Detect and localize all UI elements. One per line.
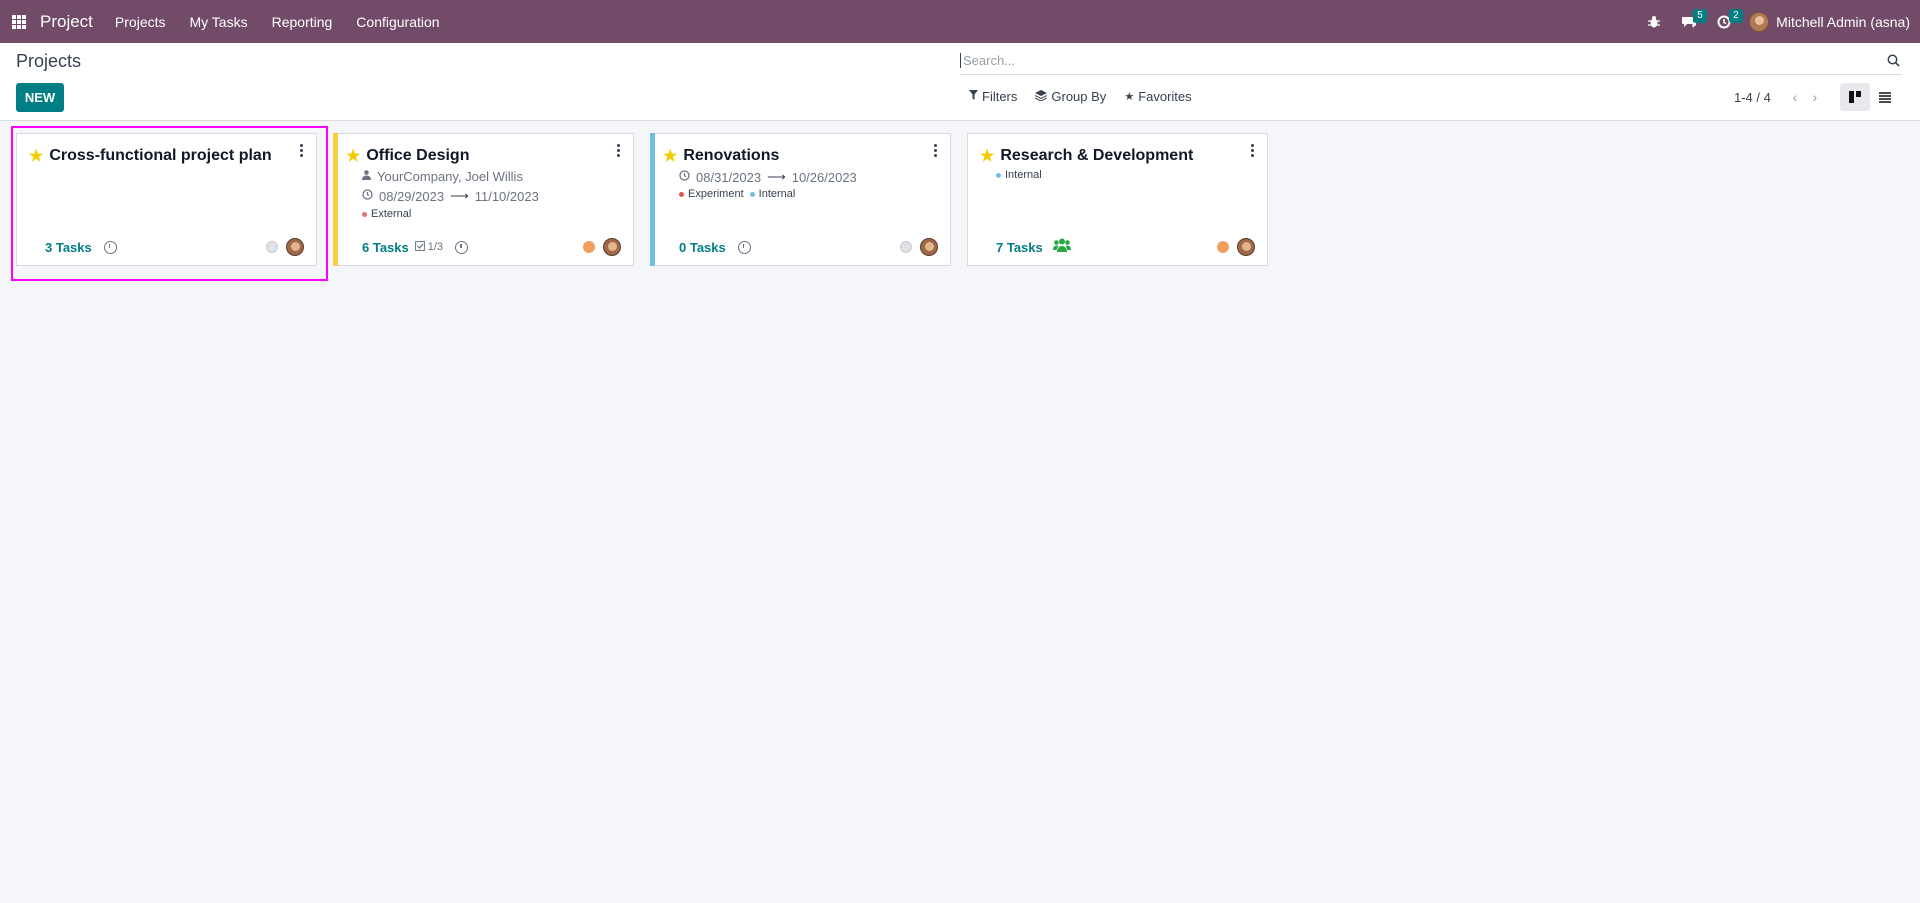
tags-line: Internal [996, 169, 1048, 181]
control-panel: Projects NEW Filters Group By ★ Favorite… [0, 43, 1920, 121]
date-start: 08/31/2023 [696, 169, 762, 185]
clock-icon [362, 189, 373, 203]
manager-avatar[interactable] [603, 238, 621, 256]
user-menu[interactable]: Mitchell Admin (asna) [1776, 14, 1910, 30]
new-button[interactable]: NEW [16, 83, 64, 112]
navbar-systray: 5 2 Mitchell Admin (asna) [1627, 0, 1910, 43]
card-footer-right [1217, 237, 1255, 257]
tag: External [362, 208, 411, 220]
tags-line: Experiment Internal [679, 188, 801, 200]
tasks-count-link[interactable]: 7 Tasks [996, 240, 1043, 255]
manager-avatar[interactable] [920, 238, 938, 256]
favorites-button[interactable]: ★ Favorites [1124, 89, 1191, 104]
search-icon[interactable] [1884, 52, 1902, 70]
selection-highlight [11, 126, 328, 281]
view-switcher [1840, 83, 1900, 111]
app-brand[interactable]: Project [40, 12, 93, 32]
arrow-right-icon: ⟶ [450, 188, 469, 203]
milestones-count: 1/3 [427, 241, 444, 253]
project-name: Research & Development [1000, 147, 1194, 164]
activities-clock-icon[interactable]: 2 [1717, 8, 1743, 29]
milestones[interactable]: 1/3 [414, 240, 444, 254]
favorites-label: Favorites [1138, 89, 1192, 104]
arrow-right-icon: ⟶ [767, 169, 786, 184]
tag: Internal [749, 188, 795, 200]
menu-my-tasks[interactable]: My Tasks [190, 14, 248, 30]
messages-icon[interactable]: 5 [1681, 8, 1707, 29]
card-footer-right [583, 237, 621, 257]
project-status-dot[interactable] [583, 241, 595, 253]
group-by-button[interactable]: Group By [1035, 89, 1106, 104]
color-bar [333, 133, 338, 266]
search-input[interactable] [960, 53, 1884, 68]
project-status-dot[interactable] [1217, 241, 1229, 253]
debug-bug-icon[interactable] [1647, 15, 1661, 29]
project-status-dot[interactable] [900, 241, 912, 253]
app-menu-icon[interactable] [12, 14, 26, 29]
project-card[interactable]: ★ Renovations 08/31/2023 ⟶ 10/26/2023 Ex… [650, 133, 951, 266]
users-group-icon[interactable] [1052, 238, 1071, 256]
tag: Internal [996, 169, 1042, 181]
layers-icon [1035, 89, 1048, 104]
project-title: ★ Research & Development [980, 146, 1193, 166]
date-line: 08/29/2023 ⟶ 11/10/2023 [362, 188, 539, 204]
menu-configuration[interactable]: Configuration [356, 14, 439, 30]
top-navbar: Project Projects My Tasks Reporting Conf… [0, 0, 1920, 43]
activity-clock-icon[interactable] [455, 240, 469, 254]
date-start: 08/29/2023 [379, 188, 445, 204]
date-line: 08/31/2023 ⟶ 10/26/2023 [679, 169, 857, 185]
tasks-count-link[interactable]: 0 Tasks [679, 240, 726, 255]
tags-line: External [362, 208, 417, 220]
card-footer: 0 Tasks [679, 237, 938, 257]
filters-label: Filters [982, 89, 1018, 104]
pager: 1-4 / 4 ‹ › [1734, 89, 1825, 105]
date-end: 11/10/2023 [474, 188, 539, 204]
customer-line: YourCompany, Joel Willis [362, 169, 523, 184]
star-icon: ★ [1124, 91, 1135, 103]
card-menu-icon[interactable] [615, 144, 621, 159]
card-footer: 7 Tasks [996, 237, 1255, 257]
pager-previous-icon[interactable]: ‹ [1785, 89, 1805, 105]
messages-badge: 5 [1693, 8, 1707, 23]
date-end: 10/26/2023 [791, 169, 857, 185]
filter-icon [969, 90, 978, 103]
project-card[interactable]: ★ Office Design YourCompany, Joel Willis… [333, 133, 634, 266]
project-name: Office Design [366, 147, 470, 164]
activity-clock-icon[interactable] [737, 240, 751, 254]
pager-next-icon[interactable]: › [1805, 89, 1825, 105]
favorite-star-icon[interactable]: ★ [980, 146, 994, 166]
breadcrumb: Projects [16, 51, 82, 71]
user-avatar[interactable] [1749, 11, 1770, 32]
project-card[interactable]: ★ Research & Development Internal 7 Task… [967, 133, 1268, 266]
card-footer-right [900, 237, 938, 257]
menu-reporting[interactable]: Reporting [272, 14, 333, 30]
project-title: ★ Office Design [346, 146, 469, 166]
activities-badge: 2 [1729, 8, 1743, 23]
kanban-view-icon[interactable] [1840, 83, 1870, 111]
card-menu-icon[interactable] [1249, 144, 1255, 159]
search-bar [960, 47, 1902, 75]
card-footer: 6 Tasks 1/3 [362, 237, 621, 257]
list-view-icon[interactable] [1870, 83, 1900, 111]
group-by-label: Group By [1051, 89, 1107, 104]
favorite-star-icon[interactable]: ★ [346, 146, 360, 166]
customer-name: YourCompany, Joel Willis [377, 169, 523, 184]
card-menu-icon[interactable] [932, 144, 938, 159]
filters-button[interactable]: Filters [969, 89, 1017, 104]
project-name: Renovations [683, 147, 780, 164]
color-bar [650, 133, 655, 266]
search-options: Filters Group By ★ Favorites [969, 89, 1210, 104]
project-title: ★ Renovations [663, 146, 779, 166]
menu-projects[interactable]: Projects [115, 14, 166, 30]
favorite-star-icon[interactable]: ★ [663, 146, 677, 166]
clock-icon [679, 170, 690, 184]
pager-value[interactable]: 1-4 / 4 [1734, 90, 1771, 105]
tasks-count-link[interactable]: 6 Tasks [362, 240, 409, 255]
manager-avatar[interactable] [1237, 238, 1255, 256]
tag: Experiment [679, 188, 744, 200]
check-square-icon [414, 240, 425, 254]
user-icon [362, 170, 371, 183]
